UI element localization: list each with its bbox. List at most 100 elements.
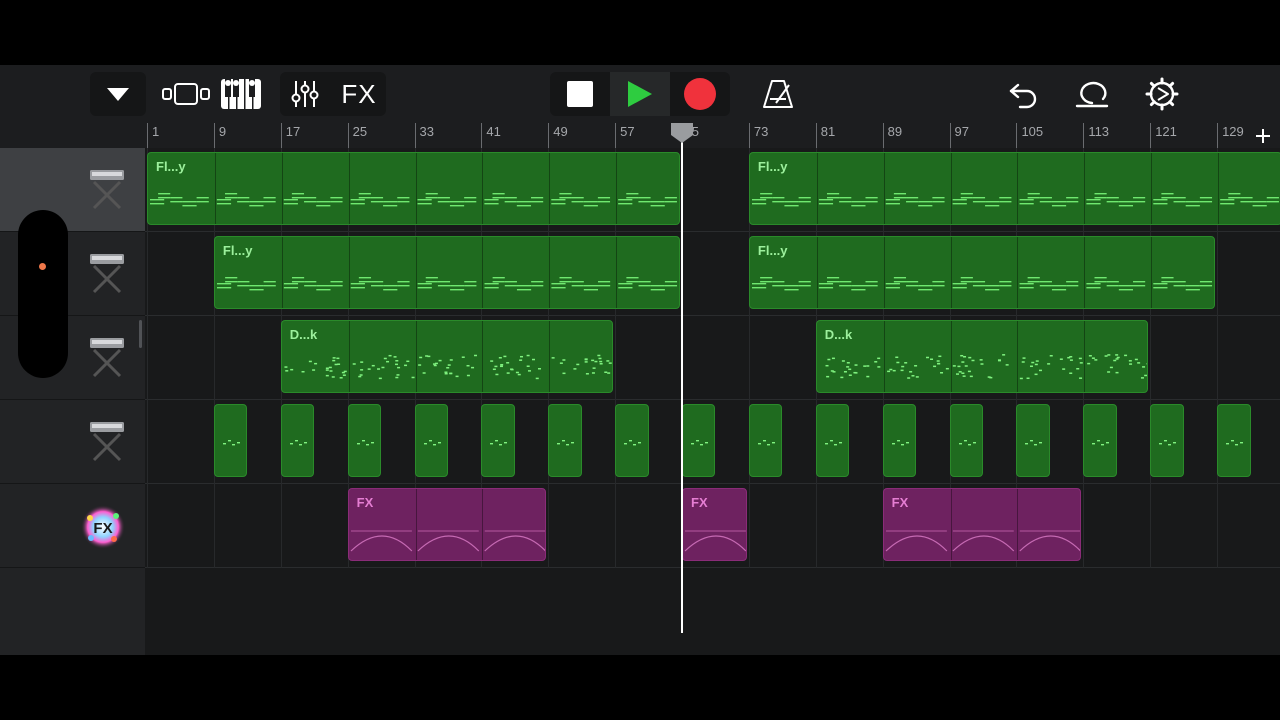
midi-region[interactable]: Fl...y xyxy=(748,236,1216,309)
mixer-fx-group: FX xyxy=(280,72,386,116)
ruler-tick-line xyxy=(1083,123,1085,148)
browser-button[interactable] xyxy=(160,72,212,116)
midi-notes xyxy=(222,440,240,446)
region-label: Fl...y xyxy=(757,243,788,258)
midi-notes xyxy=(891,440,909,446)
midi-notes xyxy=(216,277,677,291)
metronome-icon xyxy=(763,80,793,108)
track-header-fx[interactable]: FX xyxy=(0,484,145,568)
midi-region[interactable]: D...k xyxy=(815,320,1149,393)
ruler-tick-label: 9 xyxy=(218,124,227,139)
record-icon xyxy=(684,78,716,110)
ruler-tick-line xyxy=(147,123,148,148)
ruler-tick-line xyxy=(414,123,416,148)
midi-region[interactable]: Fl...y xyxy=(748,152,1280,225)
ruler-tick-label: 25 xyxy=(352,124,368,139)
midi-notes xyxy=(150,193,677,207)
fx-region[interactable]: FX xyxy=(347,488,547,561)
midi-notes xyxy=(825,354,1148,380)
midi-region-short[interactable] xyxy=(1217,404,1251,477)
ruler-tick-line xyxy=(1217,123,1219,148)
midi-region-short[interactable] xyxy=(548,404,582,477)
mixer-button[interactable] xyxy=(280,72,330,116)
keyboard-instrument-icon xyxy=(90,170,124,210)
midi-region-short[interactable] xyxy=(414,404,448,477)
undo-icon xyxy=(1009,83,1037,109)
keyboard-instrument-icon xyxy=(90,338,124,378)
midi-region[interactable]: Fl...y xyxy=(213,236,681,309)
ruler-tick-line xyxy=(481,123,483,148)
scroll-indicator[interactable] xyxy=(139,320,142,348)
bar-ruler[interactable]: 191725334149577381899710511312112965 xyxy=(145,123,1280,148)
my-songs-dropdown-button[interactable] xyxy=(90,72,146,116)
ruler-tick-label: 73 xyxy=(753,124,769,139)
ruler-tick-line xyxy=(615,123,617,148)
playhead-handle[interactable] xyxy=(670,123,694,143)
undo-button[interactable] xyxy=(1002,72,1046,116)
region-label: D...k xyxy=(824,327,853,342)
midi-notes xyxy=(1159,440,1177,446)
midi-notes xyxy=(751,277,1212,291)
plus-icon xyxy=(1256,128,1270,143)
ruler-tick-label: 33 xyxy=(419,124,434,139)
tracks-area[interactable]: Fl...y Fl...y Fl...y Fl...y D...k D...k FX FX FX xyxy=(145,148,1280,655)
browser-icon xyxy=(162,83,210,105)
midi-region-short[interactable] xyxy=(615,404,649,477)
fx-region[interactable]: FX xyxy=(882,488,1082,561)
region-label: Fl...y xyxy=(757,159,788,174)
stop-icon xyxy=(567,81,593,107)
instrument-controls-button[interactable] xyxy=(216,72,266,116)
add-section-button[interactable] xyxy=(1248,123,1278,148)
settings-button[interactable] xyxy=(1140,72,1184,116)
keyboard-instrument-icon xyxy=(90,254,124,294)
ruler-tick-line xyxy=(213,123,215,148)
record-button[interactable] xyxy=(670,72,730,116)
play-button[interactable] xyxy=(610,72,670,116)
triangle-down-icon xyxy=(107,88,129,101)
ruler-tick-line xyxy=(280,123,282,148)
midi-region-short[interactable] xyxy=(481,404,515,477)
midi-region-short[interactable] xyxy=(882,404,917,477)
fx-button[interactable]: FX xyxy=(332,72,386,116)
midi-region-short[interactable] xyxy=(280,404,315,477)
automation-curve xyxy=(885,530,1081,552)
fx-region[interactable]: FX xyxy=(682,488,747,561)
midi-notes xyxy=(691,440,709,446)
midi-region[interactable]: Fl...y xyxy=(147,152,681,225)
playhead-line[interactable] xyxy=(681,123,683,633)
fx-icon-text: FX xyxy=(93,520,112,537)
midi-notes xyxy=(757,440,775,446)
gear-icon xyxy=(1145,77,1179,111)
metronome-button[interactable] xyxy=(756,72,800,116)
ruler-tick-label: 41 xyxy=(486,124,501,139)
midi-notes xyxy=(1025,440,1043,446)
ruler-tick-line xyxy=(347,123,349,148)
ruler-tick-label: 105 xyxy=(1021,124,1044,139)
midi-region-short[interactable] xyxy=(682,404,716,477)
midi-notes xyxy=(289,440,307,446)
ruler-tick-label: 97 xyxy=(954,124,970,139)
ruler-tick-line xyxy=(748,123,750,148)
midi-region-short[interactable] xyxy=(748,404,783,477)
transport-controls xyxy=(550,72,730,116)
region-label: FX xyxy=(891,495,909,510)
loop-browser-button[interactable] xyxy=(1070,72,1114,116)
midi-region-short[interactable] xyxy=(1083,404,1117,477)
midi-region-short[interactable] xyxy=(1016,404,1050,477)
midi-region-short[interactable] xyxy=(949,404,983,477)
midi-region-short[interactable] xyxy=(815,404,850,477)
ruler-tick-label: 1 xyxy=(152,124,160,139)
midi-region[interactable]: D...k xyxy=(280,320,614,393)
region-label: D...k xyxy=(289,327,318,342)
midi-region-short[interactable] xyxy=(213,404,248,477)
track-header-4[interactable] xyxy=(0,400,145,484)
ruler-tick-line xyxy=(1150,123,1152,148)
stop-button[interactable] xyxy=(550,72,610,116)
mixer-sliders-icon xyxy=(291,81,319,107)
midi-region-short[interactable] xyxy=(1150,404,1184,477)
ruler-tick-label: 129 xyxy=(1222,124,1244,139)
midi-region-short[interactable] xyxy=(347,404,382,477)
midi-notes xyxy=(423,440,441,446)
side-handle[interactable] xyxy=(18,210,68,378)
ruler-tick-line xyxy=(1016,123,1018,148)
